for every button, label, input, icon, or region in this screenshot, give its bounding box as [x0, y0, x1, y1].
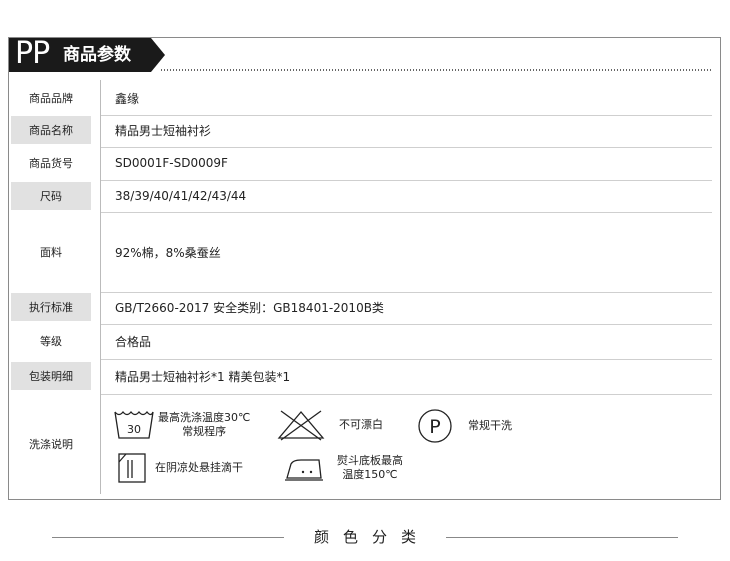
- value-name: 精品男士短袖衬衫: [115, 123, 212, 138]
- label-package: 包装明细: [11, 362, 91, 390]
- care-dry-clean: P 常规干洗: [417, 408, 512, 444]
- iron-icon: [285, 459, 323, 481]
- value-sku: SD0001F-SD0009F: [115, 156, 228, 170]
- care-iron: 熨斗底板最高 温度150℃: [281, 452, 403, 484]
- label-sku: 商品货号: [29, 157, 73, 170]
- brand-letters: PP: [15, 36, 50, 71]
- row-divider: [101, 324, 712, 325]
- row-divider: [101, 394, 712, 395]
- row-divider: [101, 180, 712, 181]
- label-fabric: 面料: [40, 246, 62, 259]
- value-size: 38/39/40/41/42/43/44: [115, 189, 247, 203]
- label-name: 商品名称: [11, 116, 91, 144]
- row-divider: [101, 212, 712, 213]
- wash-line1: 最高洗涤温度30℃: [158, 411, 251, 424]
- section-header: PP 商品参数: [9, 36, 169, 72]
- iron-line2: 温度150℃: [342, 468, 398, 481]
- drip-dry-shade-icon: [118, 453, 146, 483]
- header-tab-arrow: [151, 38, 165, 72]
- row-divider: [101, 359, 712, 360]
- value-package: 精品男士短袖衬衫*1 精美包装*1: [115, 369, 291, 384]
- care-hang-dry: 在阴凉处悬挂滴干: [117, 452, 243, 484]
- hang-dry-text: 在阴凉处悬挂滴干: [155, 461, 243, 474]
- row-divider: [101, 147, 712, 148]
- wash-temp-number: 30: [127, 423, 141, 436]
- color-category-divider: 颜色分类: [0, 522, 730, 552]
- label-standard: 执行标准: [11, 293, 91, 321]
- care-wash: 30 最高洗涤温度30℃ 常规程序: [113, 408, 250, 442]
- column-divider: [100, 80, 101, 494]
- value-brand: 鑫缘: [115, 91, 140, 106]
- wash-text: 最高洗涤温度30℃ 常规程序: [158, 411, 250, 439]
- value-fabric: 92%棉，8%桑蚕丝: [115, 245, 221, 260]
- iron-line1: 熨斗底板最高: [337, 454, 403, 467]
- dry-clean-letter: P: [429, 416, 440, 438]
- dry-clean-text: 常规干洗: [468, 419, 512, 432]
- label-size: 尺码: [11, 182, 91, 210]
- dry-clean-p-icon: P: [418, 409, 452, 443]
- iron-text: 熨斗底板最高 温度150℃: [337, 454, 403, 482]
- care-no-bleach: 不可漂白: [275, 408, 383, 442]
- header-dotted-rule: [161, 69, 712, 71]
- label-brand: 商品品牌: [29, 92, 73, 105]
- no-bleach-text: 不可漂白: [339, 418, 383, 431]
- label-grade: 等级: [40, 335, 62, 348]
- value-grade: 合格品: [115, 334, 152, 349]
- value-standard: GB/T2660-2017 安全类别：GB18401-2010B类: [115, 300, 384, 315]
- label-care: 洗涤说明: [29, 438, 73, 451]
- product-params-panel: PP 商品参数 商品品牌 商品名称 商品货号 尺码 面料 执行标准 等级 包装明…: [8, 37, 721, 500]
- wash-tub-icon: 30: [114, 410, 154, 439]
- section-title: 商品参数: [63, 45, 131, 65]
- wash-line2: 常规程序: [182, 425, 227, 438]
- footer-line-right: [446, 537, 678, 538]
- no-bleach-icon: [277, 410, 325, 441]
